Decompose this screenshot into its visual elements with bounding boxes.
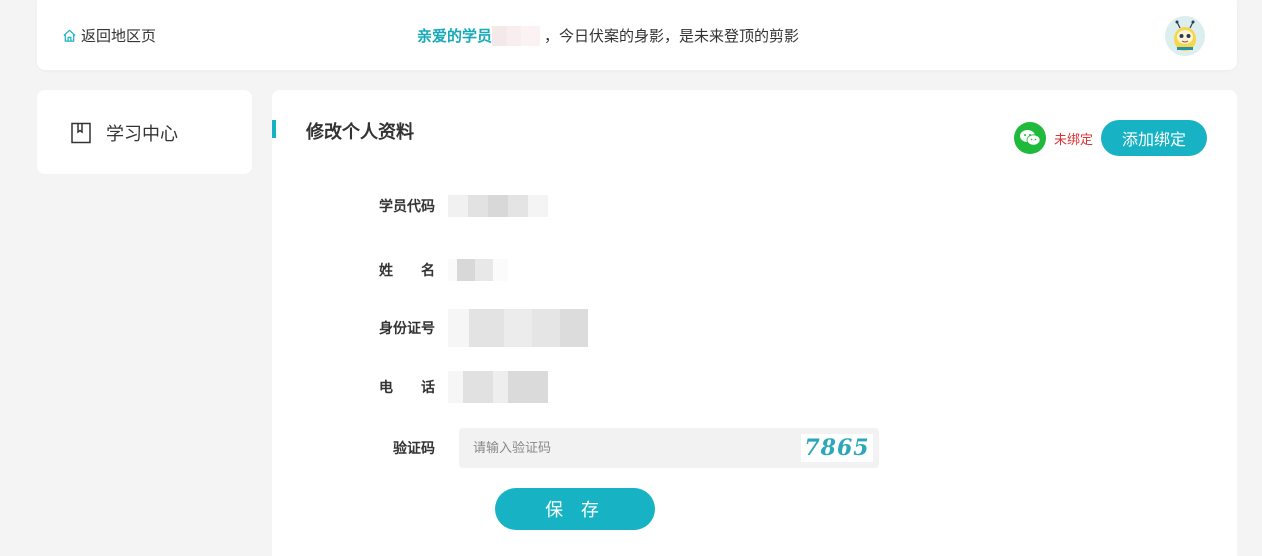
student-code-row: 学员代码 <box>272 195 548 217</box>
wechat-icon <box>1013 122 1046 154</box>
phone-value-redacted <box>448 371 548 403</box>
sidebar: 学习中心 <box>37 90 252 174</box>
add-binding-button[interactable]: 添加绑定 <box>1101 120 1207 156</box>
home-icon <box>63 29 76 42</box>
book-icon <box>71 122 91 144</box>
phone-row: 电 话 <box>272 371 548 403</box>
id-number-label: 身份证号 <box>379 321 435 337</box>
title-accent-bar <box>272 120 276 138</box>
captcha-row: 验证码 7865 <box>272 428 879 468</box>
redacted-name <box>492 25 541 46</box>
name-label: 姓 名 <box>379 263 435 279</box>
captcha-image[interactable]: 7865 <box>801 434 873 462</box>
id-number-value-redacted <box>448 309 588 347</box>
avatar[interactable] <box>1165 16 1205 56</box>
greeting-message: ，今日伏案的身影，是未来登顶的剪影 <box>544 27 800 45</box>
wechat-status: 未绑定 <box>1053 132 1093 148</box>
phone-label: 电 话 <box>379 380 435 396</box>
id-number-row: 身份证号 <box>272 309 588 347</box>
captcha-field: 7865 <box>459 428 879 468</box>
name-value-redacted <box>448 259 508 281</box>
greeting-highlight: 亲爱的学员 <box>417 27 493 45</box>
captcha-label: 验证码 <box>393 441 435 457</box>
back-link-label: 返回地区页 <box>81 27 157 45</box>
back-to-region-link[interactable]: 返回地区页 <box>62 25 156 46</box>
profile-panel: 修改个人资料 未绑定 添加绑定 学员代码 姓 名 身份证号 电 话 验证码 请输… <box>272 90 1237 556</box>
top-header: 返回地区页 亲爱的学员 ，今日伏案的身影，是未来登顶的剪影 <box>37 0 1237 70</box>
greeting-text: 亲爱的学员 ，今日伏案的身影，是未来登顶的剪影 <box>417 25 799 46</box>
captcha-input[interactable] <box>473 440 773 456</box>
save-button[interactable]: 保 存 <box>495 488 655 530</box>
wechat-binding: 未绑定 添加绑定 <box>1013 120 1207 156</box>
sidebar-item-label: 学习中心 <box>106 124 178 145</box>
page-title: 修改个人资料 <box>306 122 414 143</box>
sidebar-item-learning-center[interactable]: 学习中心 <box>70 120 178 146</box>
name-row: 姓 名 <box>272 259 508 281</box>
student-code-value-redacted <box>448 195 548 217</box>
bee-mascot-icon <box>1165 16 1205 56</box>
student-code-label: 学员代码 <box>379 199 435 215</box>
